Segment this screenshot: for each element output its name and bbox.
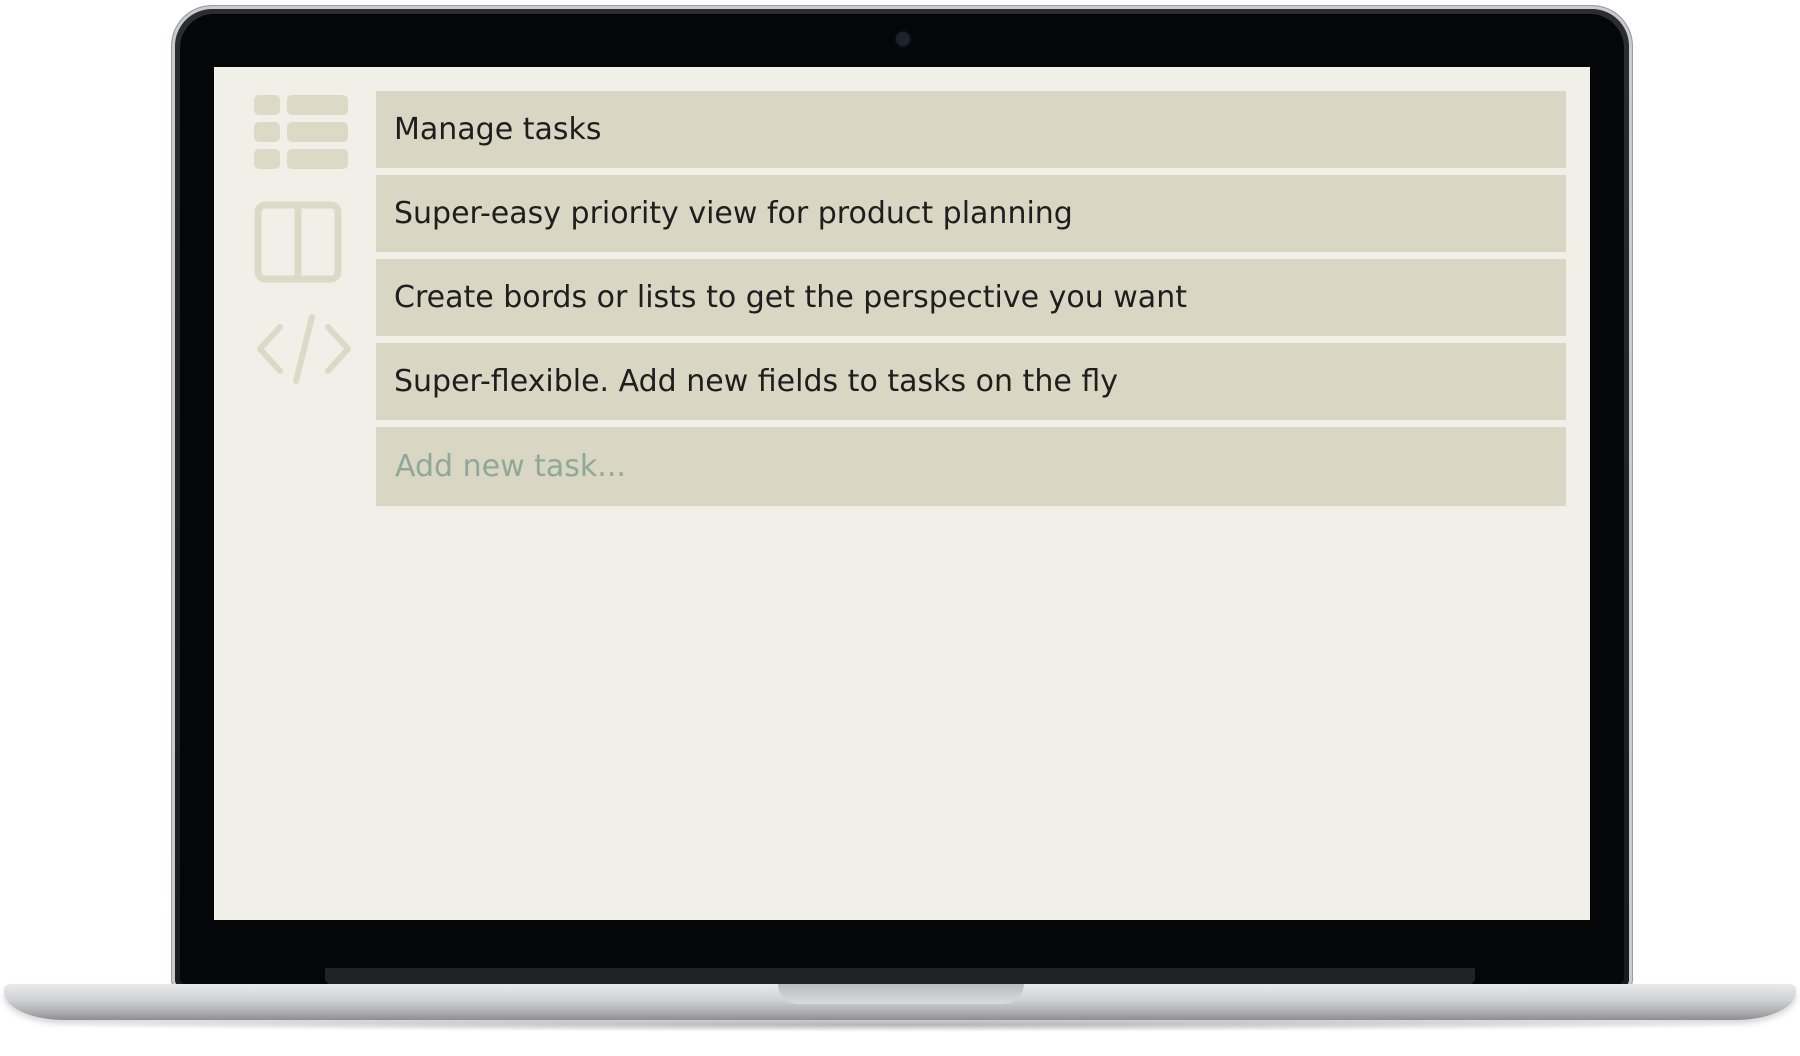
code-icon[interactable] — [254, 313, 354, 385]
view-sidebar — [254, 95, 364, 415]
task-list: Manage tasks Super-easy priority view fo… — [376, 91, 1566, 506]
task-item[interactable]: Super-easy priority view for product pla… — [376, 175, 1566, 252]
laptop-hinge — [325, 968, 1475, 984]
task-item[interactable]: Manage tasks — [376, 91, 1566, 168]
list-view-icon[interactable] — [254, 95, 348, 171]
laptop-notch — [778, 984, 1024, 1004]
base-shadow — [30, 1018, 1770, 1032]
board-view-icon[interactable] — [254, 201, 342, 283]
task-item[interactable]: Create bords or lists to get the perspec… — [376, 259, 1566, 336]
add-task-input[interactable] — [376, 427, 1566, 506]
laptop-mockup: Manage tasks Super-easy priority view fo… — [0, 0, 1800, 1056]
camera-icon — [896, 32, 910, 46]
task-item[interactable]: Super-flexible. Add new fields to tasks … — [376, 343, 1566, 420]
app-screen: Manage tasks Super-easy priority view fo… — [214, 67, 1590, 920]
